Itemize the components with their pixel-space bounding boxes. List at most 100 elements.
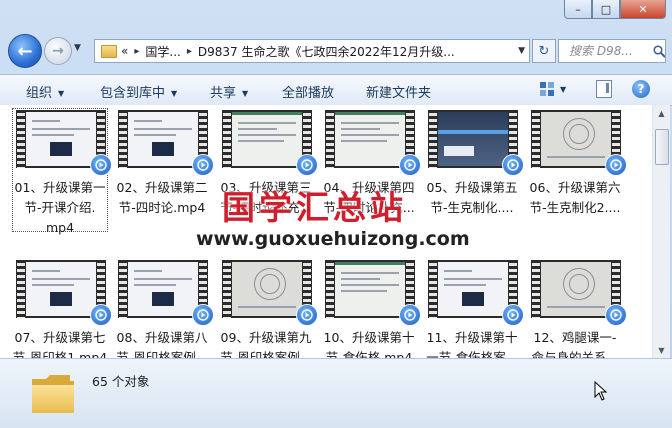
file-name-line: 节-四时论.mp4: [118, 200, 206, 215]
media-player-icon: [502, 154, 524, 176]
search-icon[interactable]: [653, 43, 665, 59]
include-in-library-label: 包含到库中: [100, 86, 166, 101]
change-view-button[interactable]: ▼: [540, 80, 570, 98]
refresh-button[interactable]: ↻: [532, 39, 556, 63]
media-player-icon: [502, 304, 524, 326]
preview-pane-button[interactable]: [596, 80, 612, 98]
organize-button[interactable]: 组织 ▼: [26, 82, 64, 101]
play-all-button[interactable]: 全部播放: [282, 82, 334, 101]
file-item[interactable]: 01、升级课第一 节-开课介绍. mp4: [12, 108, 112, 235]
file-item[interactable]: 09、升级课第九节-恩印格案例...: [218, 258, 318, 358]
file-name-line: 节-生克制化2....: [529, 200, 621, 215]
file-name-line: 一节-食伤格案...: [426, 350, 518, 358]
details-pane: 65 个对象: [0, 358, 672, 428]
file-item[interactable]: 10、升级课第十节-食伤格.mp4: [321, 258, 421, 358]
file-name-line: 节-恩印格案例...: [220, 350, 312, 358]
address-dropdown-icon[interactable]: ▼: [518, 46, 525, 56]
file-name: 09、升级课第九节-恩印格案例...: [218, 328, 314, 358]
media-player-icon: [399, 304, 421, 326]
file-name: 12、鸡腿课一- 命与身的关系...: [527, 328, 623, 358]
forward-arrow-icon: →: [52, 43, 64, 59]
film-sprockets: [429, 260, 437, 318]
film-sprockets: [119, 260, 127, 318]
file-item[interactable]: 02、升级课第二 节-四时论.mp4: [114, 108, 214, 232]
item-count: 65 个对象: [92, 374, 150, 389]
help-icon: ?: [637, 82, 645, 96]
breadcrumb-segment-parent[interactable]: 国学...: [145, 43, 180, 60]
file-name: 07、升级课第七 节-恩印格1.mp4: [12, 328, 108, 358]
file-name-line: 命与身的关系...: [531, 350, 619, 358]
file-name: 01、升级课第一 节-开课介绍. mp4: [12, 178, 108, 238]
media-player-icon: [296, 304, 318, 326]
file-name-line: 02、升级课第二: [116, 180, 208, 195]
video-frame: [128, 262, 198, 316]
maximize-button[interactable]: □: [592, 0, 620, 19]
help-button[interactable]: ?: [632, 80, 650, 98]
file-name: 08、升级课第八 节-恩印格案例...: [114, 328, 210, 358]
media-player-icon: [399, 154, 421, 176]
file-item[interactable]: 06、升级课第六 节-生克制化2....: [527, 108, 627, 232]
file-item[interactable]: 12、鸡腿课一- 命与身的关系...: [527, 258, 627, 358]
scrollbar-thumb[interactable]: [655, 129, 669, 165]
vertical-scrollbar[interactable]: ▲ ▼: [652, 105, 670, 358]
chevron-down-icon: ▼: [242, 89, 249, 98]
file-name-line: 12、鸡腿课一-: [533, 330, 617, 345]
chevron-down-icon: ▼: [58, 89, 65, 98]
organize-label: 组织: [26, 86, 53, 101]
media-player-icon: [192, 154, 214, 176]
scroll-down-button[interactable]: ▼: [653, 342, 670, 358]
video-frame: [541, 112, 611, 166]
address-bar[interactable]: « ▸ 国学... ▸ D9837 生命之歌《七政四余2022年12月升级...…: [94, 39, 530, 63]
film-sprockets: [532, 260, 540, 318]
file-name: 11、升级课第十 一节-食伤格案...: [424, 328, 520, 358]
breadcrumb-separator-icon[interactable]: ▸: [187, 46, 192, 57]
chevron-down-icon: ▼: [560, 84, 567, 94]
view-grid-icon: [540, 82, 554, 96]
video-frame: [232, 262, 302, 316]
file-name: 02、升级课第二 节-四时论.mp4: [114, 178, 210, 218]
media-player-icon: [90, 154, 112, 176]
include-in-library-button[interactable]: 包含到库中 ▼: [100, 82, 177, 101]
file-item[interactable]: 08、升级课第八 节-恩印格案例...: [114, 258, 214, 358]
folder-icon: [101, 44, 117, 58]
file-name-line: 08、升级课第八: [116, 330, 208, 345]
video-frame: [26, 262, 96, 316]
forward-button[interactable]: →: [44, 37, 72, 65]
minimize-button[interactable]: –: [564, 0, 592, 19]
address-overflow-chevrons[interactable]: «: [121, 44, 128, 58]
file-name-line: 节-开课介绍.: [24, 200, 96, 215]
search-box[interactable]: [558, 39, 666, 63]
file-item[interactable]: 07、升级课第七 节-恩印格1.mp4: [12, 258, 112, 358]
video-frame: [438, 262, 508, 316]
recent-pages-dropdown[interactable]: ▼: [74, 43, 81, 53]
back-button[interactable]: ←: [8, 34, 42, 68]
film-sprockets: [326, 110, 334, 168]
file-name-line: 节-食伤格.mp4: [325, 350, 413, 358]
film-sprockets: [223, 260, 231, 318]
new-folder-button[interactable]: 新建文件夹: [366, 82, 431, 101]
film-sprockets: [429, 110, 437, 168]
file-item[interactable]: 05、升级课第五 节-生克制化....: [424, 108, 524, 232]
back-arrow-icon: ←: [17, 40, 33, 62]
video-frame: [26, 112, 96, 166]
file-name-line: 09、升级课第九: [220, 330, 312, 345]
scroll-up-button[interactable]: ▲: [653, 105, 670, 121]
watermark-title: 国学汇总站: [222, 188, 407, 227]
film-sprockets: [119, 110, 127, 168]
file-name: 06、升级课第六 节-生克制化2....: [527, 178, 623, 218]
close-button[interactable]: ✕: [620, 0, 666, 19]
search-input[interactable]: [567, 43, 653, 59]
file-item[interactable]: 11、升级课第十 一节-食伤格案...: [424, 258, 524, 358]
address-row: ← → ▼ « ▸ 国学... ▸ D9837 生命之歌《七政四余2022年12…: [0, 30, 672, 70]
film-sprockets: [532, 110, 540, 168]
file-name-line: 06、升级课第六: [529, 180, 621, 195]
film-sprockets: [17, 110, 25, 168]
breadcrumb-separator-icon[interactable]: ▸: [134, 46, 139, 57]
film-sprockets: [326, 260, 334, 318]
share-button[interactable]: 共享 ▼: [210, 82, 248, 101]
caption-buttons: – □ ✕: [564, 0, 666, 19]
file-name-line: 10、升级课第十: [323, 330, 415, 345]
file-name: 10、升级课第十节-食伤格.mp4: [321, 328, 417, 358]
media-player-icon: [605, 154, 627, 176]
breadcrumb-segment-current[interactable]: D9837 生命之歌《七政四余2022年12月升级...: [198, 43, 455, 60]
